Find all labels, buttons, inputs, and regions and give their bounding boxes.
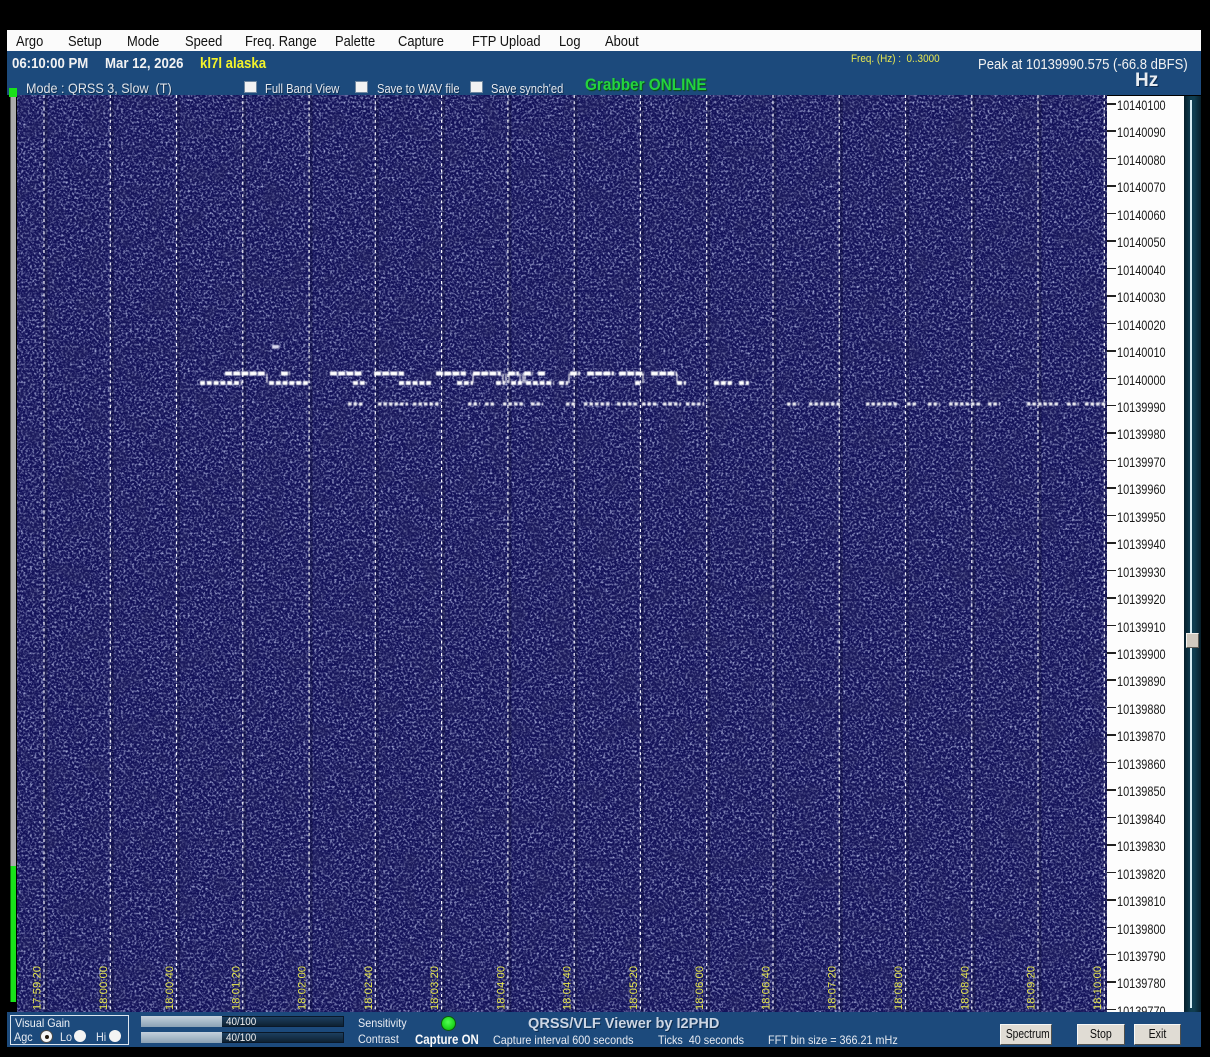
svg-text:18:02:40: 18:02:40 bbox=[363, 966, 375, 1010]
svg-text:18:04:40: 18:04:40 bbox=[562, 966, 574, 1010]
svg-text:18:00:40: 18:00:40 bbox=[164, 966, 176, 1010]
svg-text:18:06:00: 18:06:00 bbox=[694, 966, 706, 1010]
svg-text:18:07:20: 18:07:20 bbox=[827, 966, 839, 1010]
svg-text:18:01:20: 18:01:20 bbox=[230, 966, 242, 1010]
svg-text:18:10:00: 18:10:00 bbox=[1092, 966, 1104, 1010]
svg-text:18:00:00: 18:00:00 bbox=[98, 966, 110, 1010]
svg-text:18:04:00: 18:04:00 bbox=[495, 966, 507, 1010]
svg-text:18:06:40: 18:06:40 bbox=[761, 966, 773, 1010]
svg-text:17:59:20: 17:59:20 bbox=[32, 966, 44, 1010]
svg-text:18:09:20: 18:09:20 bbox=[1026, 966, 1038, 1010]
svg-text:18:05:20: 18:05:20 bbox=[628, 966, 640, 1010]
svg-text:18:08:00: 18:08:00 bbox=[893, 966, 905, 1010]
svg-text:18:02:00: 18:02:00 bbox=[297, 966, 309, 1010]
svg-text:18:03:20: 18:03:20 bbox=[429, 966, 441, 1010]
svg-text:18:08:40: 18:08:40 bbox=[959, 966, 971, 1010]
